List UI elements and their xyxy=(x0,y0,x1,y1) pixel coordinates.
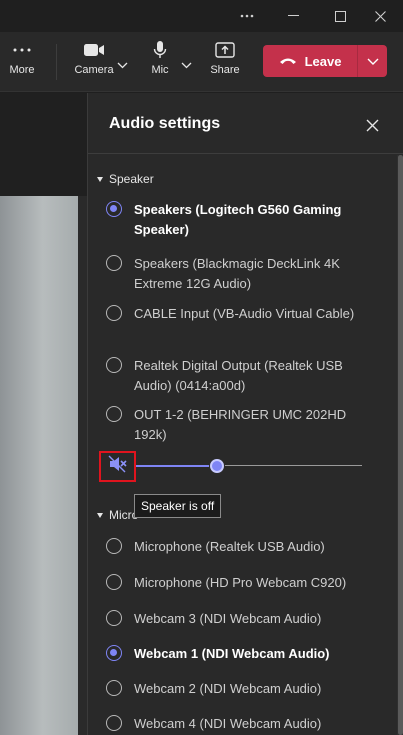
mic-label: Mic xyxy=(151,64,169,76)
speaker-option[interactable]: CABLE Input (VB-Audio Virtual Cable) xyxy=(106,304,371,324)
microphone-option[interactable]: Webcam 2 (NDI Webcam Audio) xyxy=(106,679,371,699)
microphone-option-label: Webcam 1 (NDI Webcam Audio) xyxy=(134,646,330,661)
more-options-icon[interactable] xyxy=(224,0,270,32)
toolbar-divider xyxy=(56,44,57,80)
speaker-option-label: Speakers (Logitech G560 Gaming Speaker) xyxy=(134,202,342,237)
speaker-option-label: CABLE Input (VB-Audio Virtual Cable) xyxy=(134,306,355,321)
microphone-option[interactable]: Microphone (Realtek USB Audio) xyxy=(106,537,371,557)
speaker-section-toggle[interactable]: Speaker xyxy=(97,172,154,186)
speaker-mute-button[interactable] xyxy=(99,451,136,482)
speaker-option[interactable]: Realtek Digital Output (Realtek USB Audi… xyxy=(106,356,371,396)
radio-icon[interactable] xyxy=(106,357,122,373)
meeting-stage xyxy=(0,93,87,735)
more-button[interactable]: More xyxy=(6,40,38,86)
more-icon xyxy=(13,40,31,60)
speaker-option-label: OUT 1-2 (BEHRINGER UMC 202HD 192k) xyxy=(134,407,347,442)
speaker-option[interactable]: Speakers (Logitech G560 Gaming Speaker) xyxy=(106,200,371,240)
microphone-option-label: Microphone (HD Pro Webcam C920) xyxy=(134,575,347,590)
speaker-option[interactable]: Speakers (Blackmagic DeckLink 4K Extreme… xyxy=(106,254,371,294)
window-titlebar xyxy=(0,0,403,32)
share-icon xyxy=(215,40,235,60)
leave-main[interactable]: Leave xyxy=(263,45,357,77)
microphone-option-label: Webcam 3 (NDI Webcam Audio) xyxy=(134,611,322,626)
speaker-option-label: Realtek Digital Output (Realtek USB Audi… xyxy=(134,358,343,393)
mic-options-chevron-icon[interactable] xyxy=(181,56,192,74)
radio-icon[interactable] xyxy=(106,680,122,696)
microphone-option[interactable]: Microphone (HD Pro Webcam C920) xyxy=(106,573,371,593)
radio-icon[interactable] xyxy=(106,610,122,626)
slider-thumb[interactable] xyxy=(210,459,224,473)
camera-label: Camera xyxy=(74,64,114,76)
scrollbar-thumb[interactable] xyxy=(398,155,403,735)
mic-button[interactable]: Mic xyxy=(148,40,172,86)
radio-icon[interactable] xyxy=(106,715,122,731)
speaker-option-label: Speakers (Blackmagic DeckLink 4K Extreme… xyxy=(134,256,340,291)
close-window-icon[interactable] xyxy=(357,0,403,32)
speaker-off-tooltip: Speaker is off xyxy=(134,494,222,518)
stage-edge xyxy=(78,196,87,735)
radio-icon[interactable] xyxy=(106,255,122,271)
share-button[interactable]: Share xyxy=(209,40,241,86)
audio-settings-panel: Audio settings Speaker Speakers (Logitec… xyxy=(87,93,403,735)
microphone-icon xyxy=(152,40,168,60)
microphone-option-label: Webcam 4 (NDI Webcam Audio) xyxy=(134,716,322,731)
radio-icon[interactable] xyxy=(106,574,122,590)
slider-track xyxy=(217,465,362,466)
camera-options-chevron-icon[interactable] xyxy=(117,56,128,74)
speaker-option[interactable]: OUT 1-2 (BEHRINGER UMC 202HD 192k) xyxy=(106,405,371,445)
microphone-option[interactable]: Webcam 1 (NDI Webcam Audio) xyxy=(106,644,371,664)
panel-scrollbar[interactable] xyxy=(397,155,403,735)
leave-label: Leave xyxy=(304,53,342,69)
microphone-option[interactable]: Webcam 3 (NDI Webcam Audio) xyxy=(106,609,371,629)
microphone-option-label: Microphone (Realtek USB Audio) xyxy=(134,539,325,554)
collapse-caret-icon xyxy=(97,512,103,518)
speaker-volume-slider[interactable] xyxy=(136,455,362,477)
leave-button[interactable]: Leave xyxy=(263,45,387,77)
radio-icon[interactable] xyxy=(106,538,122,554)
slider-track-fill xyxy=(136,465,217,467)
close-panel-icon[interactable] xyxy=(360,113,384,137)
share-label: Share xyxy=(210,64,240,76)
camera-button[interactable]: Camera xyxy=(74,40,114,86)
camera-icon xyxy=(83,40,105,60)
radio-selected-icon[interactable] xyxy=(106,201,122,217)
microphone-option[interactable]: Webcam 4 (NDI Webcam Audio) xyxy=(106,714,371,734)
radio-icon[interactable] xyxy=(106,406,122,422)
radio-selected-icon[interactable] xyxy=(106,645,122,661)
more-label: More xyxy=(9,64,35,76)
participant-video xyxy=(0,196,78,735)
panel-title: Audio settings xyxy=(109,115,221,132)
leave-options-chevron-icon[interactable] xyxy=(358,45,387,77)
radio-icon[interactable] xyxy=(106,305,122,321)
collapse-caret-icon xyxy=(97,176,103,182)
panel-divider xyxy=(88,153,403,154)
hang-up-icon xyxy=(279,52,297,70)
speaker-muted-icon xyxy=(108,455,128,478)
microphone-option-label: Webcam 2 (NDI Webcam Audio) xyxy=(134,681,322,696)
minimize-icon[interactable] xyxy=(270,0,316,32)
mic-section-toggle[interactable]: Micro xyxy=(97,508,138,522)
speaker-section-label: Speaker xyxy=(109,172,154,186)
